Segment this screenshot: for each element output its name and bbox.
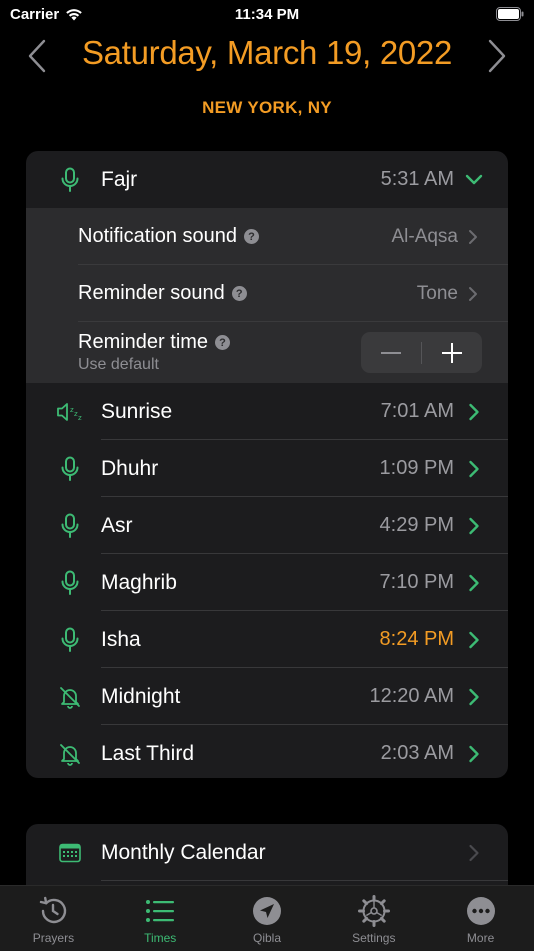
prayer-time: 4:29 PM xyxy=(379,514,454,536)
previous-day-button[interactable] xyxy=(22,38,52,74)
chevron-right-icon xyxy=(464,688,484,706)
chevron-right-icon xyxy=(464,844,484,862)
tab-times[interactable]: Times xyxy=(107,886,214,951)
plus-icon xyxy=(442,342,462,363)
prayer-name: Sunrise xyxy=(101,399,173,423)
prayer-time: 7:10 PM xyxy=(379,571,454,593)
microphone-icon[interactable] xyxy=(53,570,87,596)
prayer-row-asr[interactable]: Asr 4:29 PM xyxy=(26,497,508,554)
tab-settings[interactable]: Settings xyxy=(320,886,427,951)
prayer-row-dhuhr[interactable]: Dhuhr 1:09 PM xyxy=(26,440,508,497)
reminder-time-text: Reminder time ? Use default xyxy=(78,331,231,374)
prayer-name: Maghrib xyxy=(101,570,177,594)
fajr-settings-panel: Notification sound ? Al-Aqsa Reminder so… xyxy=(26,208,508,383)
tab-label: Prayers xyxy=(32,931,75,945)
reminder-time-title: Reminder time xyxy=(78,331,209,353)
date-header: Saturday, March 19, 2022 xyxy=(0,30,534,82)
more-dots-icon xyxy=(466,897,495,925)
chevron-right-icon xyxy=(468,229,484,245)
prayer-name: Midnight xyxy=(101,684,181,708)
chevron-down-icon xyxy=(464,174,484,186)
help-icon[interactable]: ? xyxy=(215,335,231,350)
prayer-row-fajr[interactable]: Fajr 5:31 AM xyxy=(26,151,508,208)
reminder-time-row: Reminder time ? Use default xyxy=(26,322,508,383)
list-icon xyxy=(146,900,175,922)
svg-text:z: z xyxy=(78,414,82,422)
tab-qibla[interactable]: Qibla xyxy=(214,886,321,951)
tab-label: Times xyxy=(144,931,177,945)
divider xyxy=(101,880,508,881)
prayer-times-card: Fajr 5:31 AM Notification sound ? Al-Aqs… xyxy=(26,151,508,778)
tab-label: More xyxy=(466,931,495,945)
chevron-right-icon xyxy=(464,574,484,592)
chevron-left-icon xyxy=(28,39,46,73)
clock: 11:34 PM xyxy=(234,6,300,23)
decrement-button[interactable] xyxy=(361,332,421,373)
prayer-time: 12:20 AM xyxy=(369,685,454,707)
prayer-time: 1:09 PM xyxy=(379,457,454,479)
help-icon[interactable]: ? xyxy=(231,286,247,301)
prayer-name: Asr xyxy=(101,513,133,537)
prayer-row-last-third[interactable]: Last Third 2:03 AM xyxy=(26,725,508,778)
prayer-name: Isha xyxy=(101,627,141,651)
tab-prayers[interactable]: Prayers xyxy=(0,886,107,951)
chevron-right-icon xyxy=(464,631,484,649)
reminder-time-hint: Use default xyxy=(78,356,159,373)
microphone-icon[interactable] xyxy=(53,627,87,653)
prayer-time: 2:03 AM xyxy=(380,742,454,764)
reminder-sound-text: Reminder sound xyxy=(78,282,225,304)
chevron-right-icon xyxy=(464,745,484,763)
speaker-muted-icon[interactable]: zzz xyxy=(53,401,87,423)
notification-sound-row[interactable]: Notification sound ? Al-Aqsa xyxy=(26,208,508,265)
prayer-row-sunrise[interactable]: zzz Sunrise 7:01 AM xyxy=(26,383,508,440)
tab-more[interactable]: More xyxy=(427,886,534,951)
status-bar: Carrier 11:34 PM xyxy=(0,0,534,30)
location-label[interactable]: NEW YORK, NY xyxy=(0,98,534,118)
notification-sound-value: Al-Aqsa xyxy=(391,225,458,247)
chevron-right-icon xyxy=(488,39,506,73)
prayer-row-midnight[interactable]: Midnight 12:20 AM xyxy=(26,668,508,725)
next-day-button[interactable] xyxy=(482,38,512,74)
prayer-row-isha[interactable]: Isha 8:24 PM xyxy=(26,611,508,668)
microphone-icon[interactable] xyxy=(53,167,87,193)
reminder-sound-label: Reminder sound ? xyxy=(78,282,247,305)
reminder-time-stepper xyxy=(361,332,482,373)
chevron-right-icon xyxy=(464,517,484,535)
battery-icon xyxy=(496,7,524,21)
tab-label: Qibla xyxy=(252,931,281,945)
reminder-sound-row[interactable]: Reminder sound ? Tone xyxy=(26,265,508,322)
prayer-name: Fajr xyxy=(101,167,138,191)
microphone-icon[interactable] xyxy=(53,513,87,539)
bell-slash-icon[interactable] xyxy=(53,685,87,709)
prayer-name: Last Third xyxy=(101,741,194,765)
microphone-icon[interactable] xyxy=(53,456,87,482)
notification-sound-text: Notification sound xyxy=(78,225,237,247)
prayer-time: 7:01 AM xyxy=(380,400,454,422)
increment-button[interactable] xyxy=(422,332,482,373)
gear-icon xyxy=(357,895,390,927)
monthly-calendar-label: Monthly Calendar xyxy=(101,840,266,864)
bell-slash-icon[interactable] xyxy=(53,742,87,766)
prayer-time: 5:31 AM xyxy=(380,168,454,190)
compass-arrow-icon xyxy=(252,897,281,925)
minus-icon xyxy=(381,351,401,354)
reminder-sound-value: Tone xyxy=(416,282,458,304)
chevron-right-icon xyxy=(464,460,484,478)
reminder-time-label: Reminder time ? xyxy=(78,331,231,354)
history-clock-icon xyxy=(40,896,67,924)
prayer-row-maghrib[interactable]: Maghrib 7:10 PM xyxy=(26,554,508,611)
chevron-right-icon xyxy=(464,403,484,421)
date-title: Saturday, March 19, 2022 xyxy=(81,34,453,71)
tab-bar: Prayers Times Qibla Settings More xyxy=(0,885,534,951)
chevron-right-icon xyxy=(468,286,484,302)
monthly-calendar-row[interactable]: Monthly Calendar xyxy=(26,824,508,881)
tab-label: Settings xyxy=(352,931,396,945)
notification-sound-label: Notification sound ? xyxy=(78,225,259,248)
help-icon[interactable]: ? xyxy=(243,229,259,244)
calendar-icon xyxy=(53,843,87,863)
prayer-name: Dhuhr xyxy=(101,456,159,480)
prayer-time-current: 8:24 PM xyxy=(379,628,454,650)
